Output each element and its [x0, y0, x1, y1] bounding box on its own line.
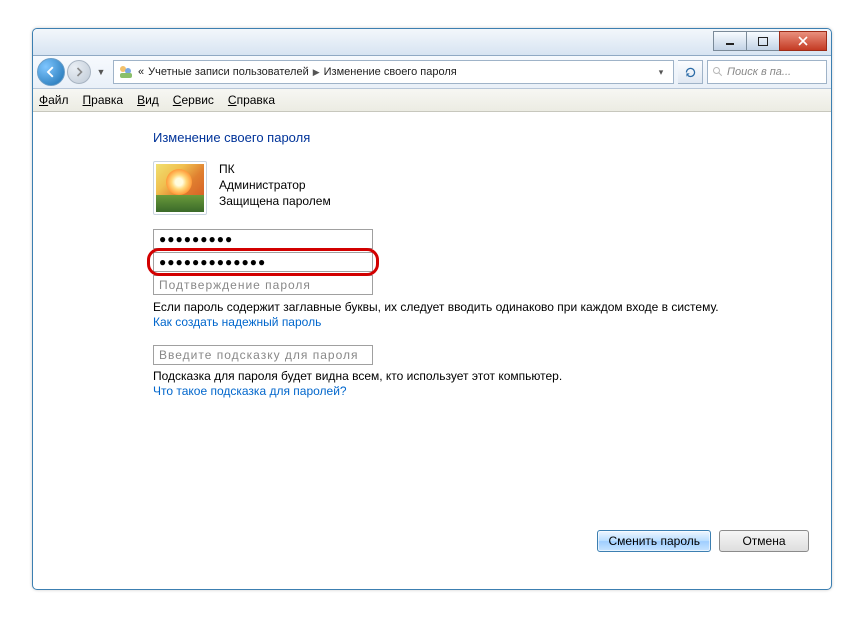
nav-back-button[interactable] [37, 58, 65, 86]
maximize-button[interactable] [746, 31, 780, 51]
page-title: Изменение своего пароля [153, 130, 831, 145]
search-input[interactable]: Поиск в па... [707, 60, 827, 84]
refresh-button[interactable] [678, 60, 703, 84]
content-area: Изменение своего пароля ПК Администратор… [33, 112, 831, 570]
refresh-icon [684, 66, 697, 79]
nav-history-dropdown[interactable]: ▼ [93, 62, 109, 82]
current-password-input[interactable] [153, 229, 373, 249]
avatar[interactable] [153, 161, 207, 215]
caps-note: Если пароль содержит заглавные буквы, их… [153, 299, 743, 315]
address-bar[interactable]: « Учетные записи пользователей ▶ Изменен… [113, 60, 674, 84]
menu-view[interactable]: Вид [137, 93, 159, 107]
nav-toolbar: ▼ « Учетные записи пользователей ▶ Измен… [33, 56, 831, 89]
new-password-highlight [153, 252, 373, 272]
search-placeholder: Поиск в па... [727, 66, 791, 78]
menu-file[interactable]: Файл [39, 93, 69, 107]
search-icon [712, 66, 724, 78]
nav-forward-button[interactable] [67, 60, 91, 84]
user-info: ПК Администратор Защищена паролем [153, 161, 831, 215]
strong-password-link[interactable]: Как создать надежный пароль [153, 315, 831, 329]
arrow-left-icon [45, 66, 57, 78]
user-status: Защищена паролем [219, 193, 331, 209]
password-hint-input[interactable] [153, 345, 373, 365]
breadcrumb-segment-changepw[interactable]: Изменение своего пароля [324, 66, 457, 78]
explorer-window: ▼ « Учетные записи пользователей ▶ Измен… [32, 28, 832, 590]
hint-help-link[interactable]: Что такое подсказка для паролей? [153, 384, 831, 398]
menu-help[interactable]: Справка [228, 93, 275, 107]
user-role: Администратор [219, 177, 331, 193]
menu-bar: Файл Правка Вид Сервис Справка [33, 89, 831, 112]
chevron-right-icon[interactable]: ▶ [313, 67, 320, 78]
change-password-button[interactable]: Сменить пароль [597, 530, 711, 552]
menu-tools[interactable]: Сервис [173, 93, 214, 107]
breadcrumb-segment-accounts[interactable]: Учетные записи пользователей [148, 66, 309, 78]
user-name: ПК [219, 161, 331, 177]
arrow-right-icon [74, 67, 84, 77]
breadcrumb-prefix: « [138, 66, 144, 78]
minimize-button[interactable] [713, 31, 747, 51]
menu-edit[interactable]: Правка [83, 93, 124, 107]
confirm-password-input[interactable] [153, 275, 373, 295]
cancel-button[interactable]: Отмена [719, 530, 809, 552]
hint-note: Подсказка для пароля будет видна всем, к… [153, 368, 743, 384]
new-password-input[interactable] [153, 252, 373, 272]
close-button[interactable] [779, 31, 827, 51]
user-accounts-icon [118, 64, 134, 80]
address-dropdown-icon[interactable]: ▾ [653, 67, 669, 78]
titlebar[interactable] [33, 29, 831, 56]
